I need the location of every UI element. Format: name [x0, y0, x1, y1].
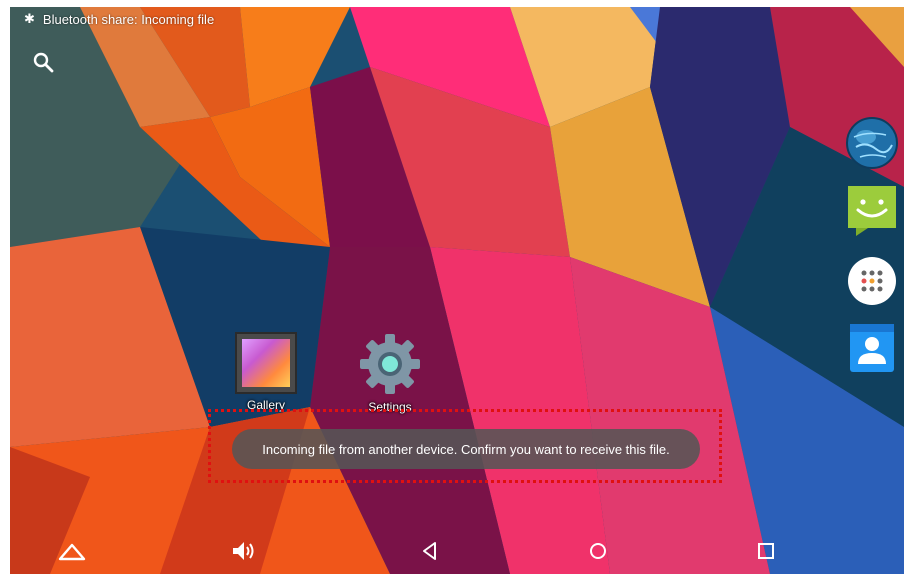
nav-up-button[interactable]: [56, 535, 88, 567]
contacts-icon: [850, 324, 894, 372]
home-icon: [590, 543, 606, 559]
volume-icon: [233, 542, 254, 560]
dock-messaging[interactable]: [846, 184, 898, 236]
toast-message: Incoming file from another device. Confi…: [232, 429, 700, 469]
dock-app-drawer[interactable]: [846, 255, 898, 307]
bluetooth-icon: ✱: [24, 11, 35, 27]
gallery-icon: [235, 332, 297, 394]
toast-text: Incoming file from another device. Confi…: [262, 441, 670, 457]
recent-apps-icon: [758, 543, 774, 559]
android-home-screen: ✱ Bluetooth share: Incoming file Gallery: [10, 7, 904, 574]
app-settings[interactable]: Settings: [352, 332, 428, 414]
search-button[interactable]: [32, 51, 56, 75]
nav-home-button[interactable]: [582, 535, 614, 567]
nav-back-button[interactable]: [414, 535, 446, 567]
notification-text: Bluetooth share: Incoming file: [42, 11, 215, 27]
up-arrow-icon: [58, 543, 86, 561]
dock-contacts[interactable]: [846, 322, 898, 374]
app-gallery[interactable]: Gallery: [228, 332, 304, 412]
navigation-bar: [10, 527, 904, 574]
back-icon: [423, 542, 436, 560]
status-bar[interactable]: ✱ Bluetooth share: Incoming file: [10, 7, 904, 31]
gear-icon: [360, 334, 420, 394]
nav-recent-apps-button[interactable]: [750, 535, 782, 567]
wallpaper: [10, 7, 904, 574]
browser-globe-icon: [846, 117, 898, 169]
dock-browser[interactable]: [846, 117, 898, 169]
messaging-icon: [848, 186, 896, 236]
nav-volume-button[interactable]: [228, 535, 260, 567]
search-icon: [33, 52, 54, 73]
app-drawer-icon: [848, 257, 896, 305]
